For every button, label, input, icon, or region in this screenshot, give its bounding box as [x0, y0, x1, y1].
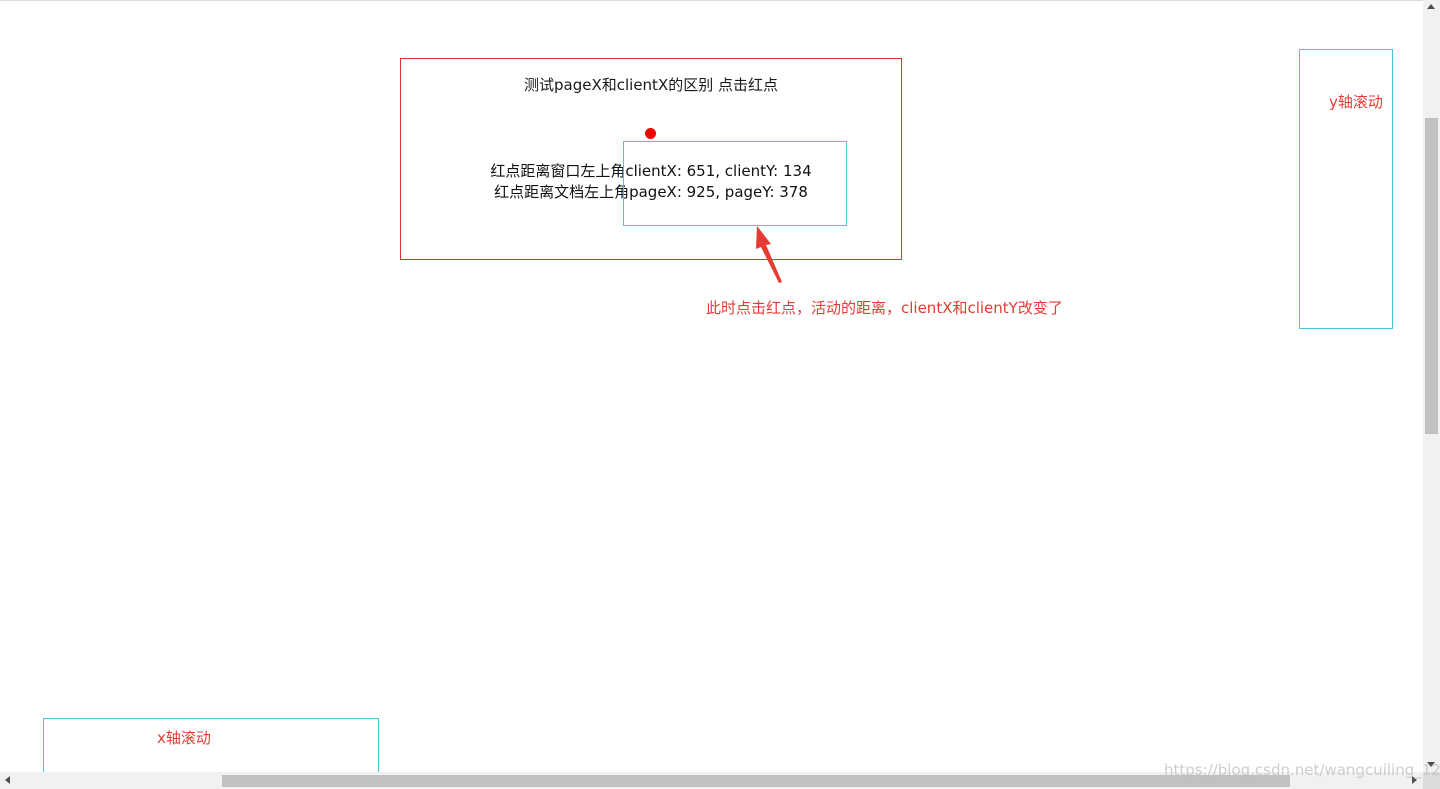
scroll-left-icon[interactable] [5, 776, 10, 784]
horizontal-scrollbar-thumb[interactable] [222, 775, 1290, 787]
annotation-text: 此时点击红点，活动的距离，clientX和clientY改变了 [706, 299, 1063, 317]
red-dot[interactable] [645, 128, 656, 139]
window-top-border [0, 0, 1423, 1]
coords-highlight-box [623, 141, 847, 226]
x-scroll-highlight-box [43, 718, 379, 774]
page-viewport: 测试pageX和clientX的区别 点击红点 红点距离窗口左上角clientX… [0, 0, 1440, 789]
watermark: https://blog.csdn.net/wangcuiling_123 [1164, 761, 1440, 779]
x-scroll-label: x轴滚动 [157, 729, 211, 747]
y-scroll-label: y轴滚动 [1329, 93, 1383, 111]
scroll-up-icon[interactable] [1427, 4, 1435, 9]
annotation-arrow-icon [756, 226, 782, 283]
vertical-scrollbar-thumb[interactable] [1425, 118, 1438, 434]
demo-title: 测试pageX和clientX的区别 点击红点 [524, 76, 778, 94]
